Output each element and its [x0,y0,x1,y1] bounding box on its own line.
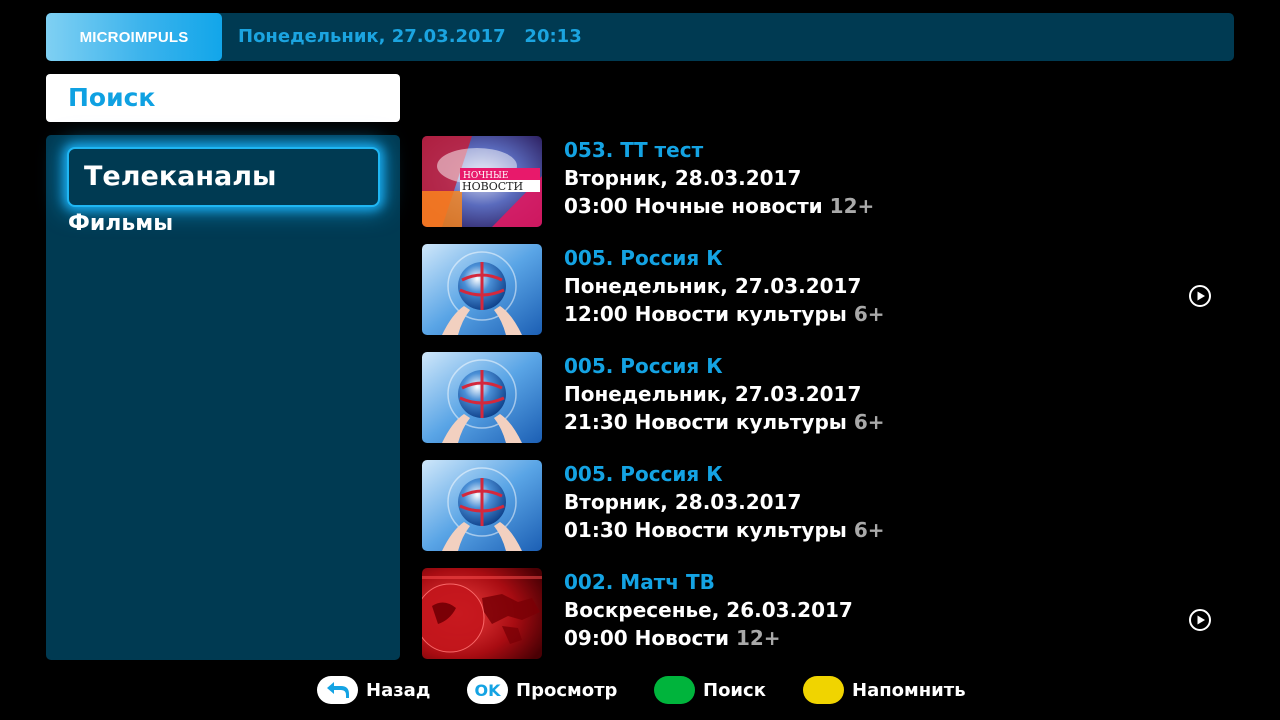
program-date: Понедельник, 27.03.2017 [564,382,862,406]
play-archive-icon[interactable] [1188,284,1212,308]
program-thumbnail [422,568,542,659]
result-item[interactable]: 005. Россия К Понедельник, 27.03.2017 12… [422,244,1234,336]
remind-button[interactable]: Напомнить [803,676,966,704]
program-date: Вторник, 28.03.2017 [564,166,802,190]
age-rating: 6+ [853,518,885,542]
program-time-title: 01:30 Новости культуры 6+ [564,518,885,542]
program-thumbnail: НОЧНЫЕ НОВОСТИ [422,136,542,227]
channel-name: 002. Матч ТВ [564,570,715,594]
channel-name: 005. Россия К [564,462,723,486]
age-rating: 6+ [853,410,885,434]
play-archive-icon[interactable] [1188,608,1212,632]
program-time-title: 12:00 Новости культуры 6+ [564,302,885,326]
footer-key-hints: Назад OK Просмотр Поиск Напомнить [0,676,1280,704]
time-title-text: 12:00 Новости культуры [564,302,847,326]
program-time-title: 03:00 Ночные новости 12+ [564,194,874,218]
search-label: Поиск [703,679,766,701]
channel-name: 005. Россия К [564,246,723,270]
program-time-title: 21:30 Новости культуры 6+ [564,410,885,434]
back-key-icon [317,676,358,704]
category-tv-channels[interactable]: Телеканалы [67,147,380,207]
age-rating: 12+ [829,194,875,218]
program-date: Воскресенье, 26.03.2017 [564,598,853,622]
brand-logo: MICROIMPULS [46,13,222,61]
category-label: Телеканалы [84,161,277,192]
age-rating: 6+ [853,302,885,326]
page-title: Поиск [68,83,156,112]
time-title-text: 21:30 Новости культуры [564,410,847,434]
program-date: Вторник, 28.03.2017 [564,490,802,514]
ok-key-label: OK [474,680,501,700]
program-thumbnail [422,352,542,443]
top-bar: MICROIMPULS Понедельник, 27.03.2017 20:1… [46,13,1234,61]
channel-name: 053. ТТ тест [564,138,704,162]
ok-key-icon: OK [467,676,508,704]
category-sidebar: Телеканалы Фильмы [46,135,400,660]
result-item[interactable]: 002. Матч ТВ Воскресенье, 26.03.2017 09:… [422,568,1234,660]
result-item[interactable]: 005. Россия К Понедельник, 27.03.2017 21… [422,352,1234,444]
program-thumbnail [422,244,542,335]
program-date: Понедельник, 27.03.2017 [564,274,862,298]
search-button[interactable]: Поиск [654,676,766,704]
result-item[interactable]: 005. Россия К Вторник, 28.03.2017 01:30 … [422,460,1234,552]
page-title-box: Поиск [46,74,400,122]
remind-label: Напомнить [852,679,966,701]
channel-name: 005. Россия К [564,354,723,378]
yellow-key-icon [803,676,844,704]
program-thumbnail [422,460,542,551]
back-button[interactable]: Назад [317,676,430,704]
thumb-caption-2: НОВОСТИ [462,180,523,193]
time-title-text: 03:00 Ночные новости [564,194,823,218]
green-key-icon [654,676,695,704]
back-label: Назад [366,679,431,701]
time-title-text: 09:00 Новости [564,626,729,650]
program-time-title: 09:00 Новости 12+ [564,626,781,650]
time-title-text: 01:30 Новости культуры [564,518,847,542]
view-button[interactable]: OK Просмотр [467,676,617,704]
brand-logo-text: MICROIMPULS [79,28,189,46]
category-movies[interactable]: Фильмы [68,211,173,236]
current-datetime: Понедельник, 27.03.2017 20:13 [238,26,582,47]
age-rating: 12+ [735,626,781,650]
view-label: Просмотр [516,679,618,701]
result-item[interactable]: НОЧНЫЕ НОВОСТИ 053. ТТ тест Вторник, 28.… [422,136,1234,228]
